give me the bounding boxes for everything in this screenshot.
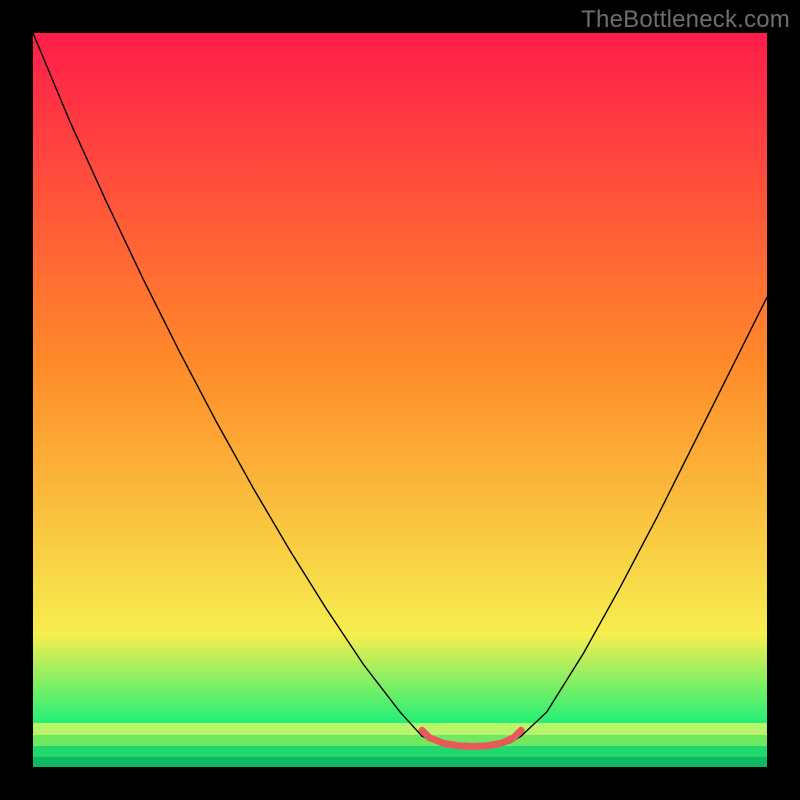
chart-frame: TheBottleneck.com xyxy=(0,0,800,800)
green-band-2 xyxy=(33,735,767,746)
green-band-4 xyxy=(33,757,767,767)
watermark-text: TheBottleneck.com xyxy=(581,6,790,34)
green-band-1 xyxy=(33,723,767,735)
gradient-background xyxy=(33,33,767,767)
plot-area xyxy=(33,33,767,767)
plot-svg xyxy=(33,33,767,767)
green-band-3 xyxy=(33,746,767,757)
